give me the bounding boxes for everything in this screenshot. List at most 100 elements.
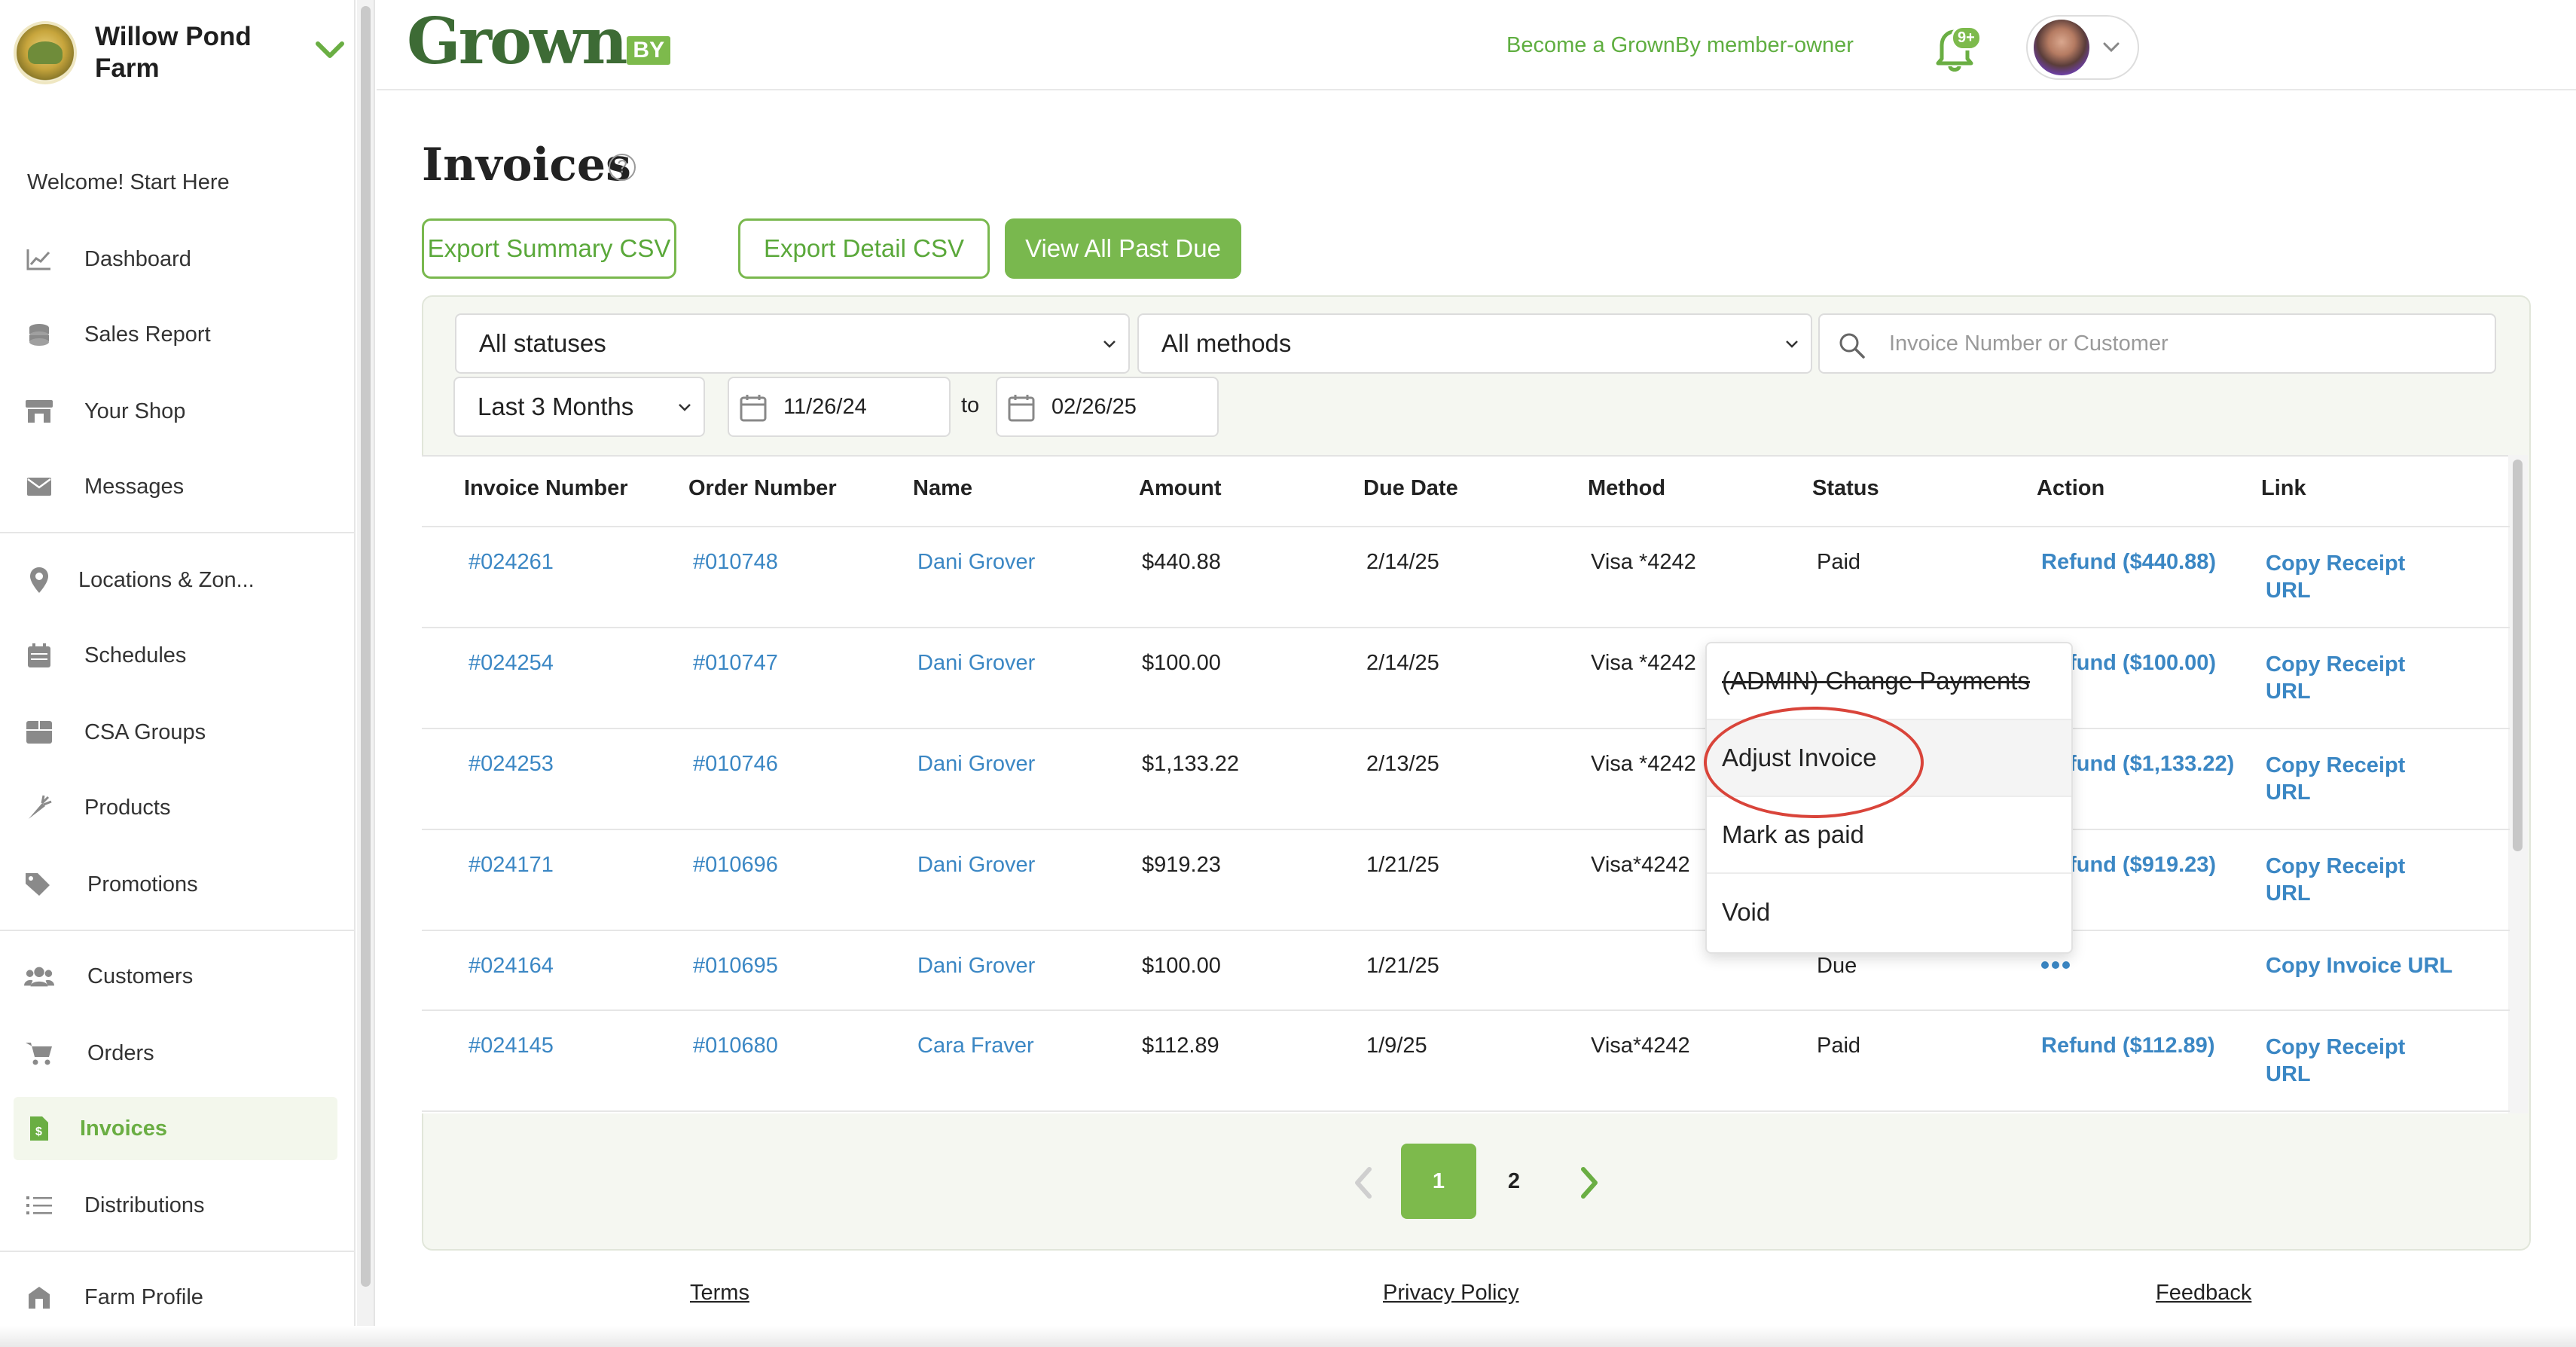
sidebar-item-label: Farm Profile — [84, 1284, 203, 1309]
customer-name-link[interactable]: Dani Grover — [917, 550, 1035, 575]
copy-receipt-url-link[interactable]: Copy Receipt URL — [2266, 752, 2446, 806]
sidebar-item-locations[interactable]: Locations & Zon... — [14, 548, 337, 612]
chevron-right-icon[interactable] — [1574, 1165, 1604, 1201]
customer-name-link[interactable]: Dani Grover — [917, 651, 1035, 676]
order-number-link[interactable]: #010748 — [693, 550, 778, 575]
calendar-icon — [24, 640, 54, 670]
copy-receipt-url-link[interactable]: Copy Receipt URL — [2266, 651, 2446, 705]
more-actions-icon[interactable] — [2041, 961, 2070, 969]
invoice-number-link[interactable]: #024171 — [469, 853, 554, 878]
farm-switcher[interactable]: Willow Pond Farm — [0, 0, 356, 105]
menu-item-mark-as-paid[interactable]: Mark as paid — [1707, 797, 2071, 874]
refund-button[interactable]: Refund ($440.88) — [2041, 550, 2216, 575]
order-number-link[interactable]: #010680 — [693, 1034, 778, 1058]
payment-method: Visa *4242 — [1591, 651, 1696, 675]
sidebar-item-label: CSA Groups — [84, 719, 206, 744]
page-button[interactable]: 2 — [1476, 1144, 1552, 1219]
privacy-policy-link[interactable]: Privacy Policy — [1383, 1281, 1519, 1306]
sidebar-item-dashboard[interactable]: Dashboard — [14, 228, 337, 291]
copy-invoice-url-link[interactable]: Copy Invoice URL — [2266, 954, 2452, 979]
column-header[interactable]: Due Date — [1363, 476, 1458, 501]
sidebar-item-label: Orders — [87, 1040, 154, 1065]
customer-name-link[interactable]: Cara Fraver — [917, 1034, 1034, 1058]
menu-item-adjust-invoice[interactable]: Adjust Invoice — [1707, 720, 2071, 797]
sidebar-item-schedules[interactable]: Schedules — [14, 624, 337, 687]
menu-item-void[interactable]: Void — [1707, 874, 2071, 951]
date-range-select[interactable]: Last 3 Months — [453, 377, 705, 437]
sidebar-item-orders[interactable]: Orders — [14, 1022, 337, 1085]
date-from-input[interactable]: 11/26/24 — [728, 377, 951, 437]
invoice-number-link[interactable]: #024254 — [469, 651, 554, 676]
view-past-due-button[interactable]: View All Past Due — [1005, 218, 1241, 279]
calendar-icon — [740, 395, 767, 422]
sidebar-item-your-shop[interactable]: Your Shop — [14, 380, 337, 443]
customer-name-link[interactable]: Dani Grover — [917, 752, 1035, 777]
sidebar-item-label: Distributions — [84, 1193, 205, 1217]
method-select[interactable]: All methods — [1137, 313, 1812, 374]
feedback-link[interactable]: Feedback — [2156, 1281, 2251, 1306]
customer-name-link[interactable]: Dani Grover — [917, 954, 1035, 979]
payment-method: Visa*4242 — [1591, 1034, 1690, 1058]
sidebar-item-products[interactable]: Products — [14, 776, 337, 839]
user-menu[interactable] — [2026, 15, 2139, 80]
amount: $112.89 — [1142, 1034, 1219, 1058]
status-select[interactable]: All statuses — [455, 313, 1130, 374]
invoice-number-link[interactable]: #024253 — [469, 752, 554, 777]
sidebar-item-farm-profile[interactable]: Farm Profile — [14, 1266, 337, 1329]
order-number-link[interactable]: #010695 — [693, 954, 778, 979]
payment-method: Visa *4242 — [1591, 752, 1696, 776]
sidebar-item-promotions[interactable]: Promotions — [14, 853, 337, 916]
terms-link[interactable]: Terms — [690, 1281, 749, 1306]
member-owner-link[interactable]: Become a GrownBy member-owner — [1506, 33, 1854, 58]
date-to-input[interactable]: 02/26/25 — [996, 377, 1219, 437]
welcome-link[interactable]: Welcome! Start Here — [27, 170, 230, 195]
order-number-link[interactable]: #010747 — [693, 651, 778, 676]
column-header[interactable]: Amount — [1139, 476, 1222, 501]
sidebar-item-label: Your Shop — [84, 399, 186, 423]
refund-button[interactable]: Refund ($112.89) — [2041, 1034, 2214, 1058]
sidebar-item-label: Invoices — [80, 1116, 168, 1141]
chevron-left-icon[interactable] — [1348, 1165, 1378, 1201]
copy-receipt-url-link[interactable]: Copy Receipt URL — [2266, 853, 2446, 907]
sidebar-item-csa-groups[interactable]: CSA Groups — [14, 701, 337, 764]
notification-badge: 9+ — [1951, 26, 1982, 50]
sidebar-item-messages[interactable]: Messages — [14, 455, 337, 518]
copy-receipt-url-link[interactable]: Copy Receipt URL — [2266, 550, 2446, 604]
customer-name-link[interactable]: Dani Grover — [917, 853, 1035, 878]
sidebar-item-invoices[interactable]: $ Invoices — [14, 1097, 337, 1160]
grownby-logo[interactable]: Grown BY — [407, 8, 671, 75]
sidebar-item-sales-report[interactable]: Sales Report — [14, 303, 337, 366]
order-number-link[interactable]: #010746 — [693, 752, 778, 777]
chevron-down-icon[interactable] — [312, 35, 348, 65]
carrot-icon — [24, 793, 54, 823]
invoice-number-link[interactable]: #024145 — [469, 1034, 554, 1058]
search-input[interactable]: Invoice Number or Customer — [1818, 313, 2496, 374]
sidebar-item-label: Messages — [84, 474, 185, 499]
export-summary-button[interactable]: Export Summary CSV — [422, 218, 676, 279]
invoice-number-link[interactable]: #024164 — [469, 954, 554, 979]
column-header[interactable]: Order Number — [688, 476, 837, 501]
invoice-number-link[interactable]: #024261 — [469, 550, 554, 575]
order-number-link[interactable]: #010696 — [693, 853, 778, 878]
export-detail-button[interactable]: Export Detail CSV — [738, 218, 990, 279]
column-header[interactable]: Method — [1588, 476, 1665, 501]
column-header[interactable]: Link — [2261, 476, 2306, 501]
menu-item-change-payments[interactable]: (ADMIN) Change Payments — [1707, 643, 2071, 720]
copy-receipt-url-link[interactable]: Copy Receipt URL — [2266, 1034, 2446, 1088]
chevron-down-icon — [679, 404, 691, 411]
page-button[interactable]: 1 — [1401, 1144, 1476, 1219]
row-divider — [422, 627, 2510, 628]
help-icon[interactable]: ? — [609, 154, 636, 181]
column-header[interactable]: Name — [913, 476, 972, 501]
table-scrollbar[interactable] — [2508, 455, 2528, 1113]
due-date: 2/14/25 — [1366, 651, 1439, 675]
column-header[interactable]: Status — [1812, 476, 1879, 501]
sidebar-item-customers[interactable]: Customers — [14, 945, 337, 1008]
sidebar-item-distributions[interactable]: Distributions — [14, 1174, 337, 1237]
column-header[interactable]: Invoice Number — [464, 476, 628, 501]
sidebar-item-label: Products — [84, 795, 171, 820]
column-header[interactable]: Action — [2037, 476, 2104, 501]
sidebar-item-label: Sales Report — [84, 322, 211, 347]
menu-item-label: Void — [1722, 898, 1771, 926]
sidebar-scrollbar[interactable] — [357, 0, 375, 1347]
